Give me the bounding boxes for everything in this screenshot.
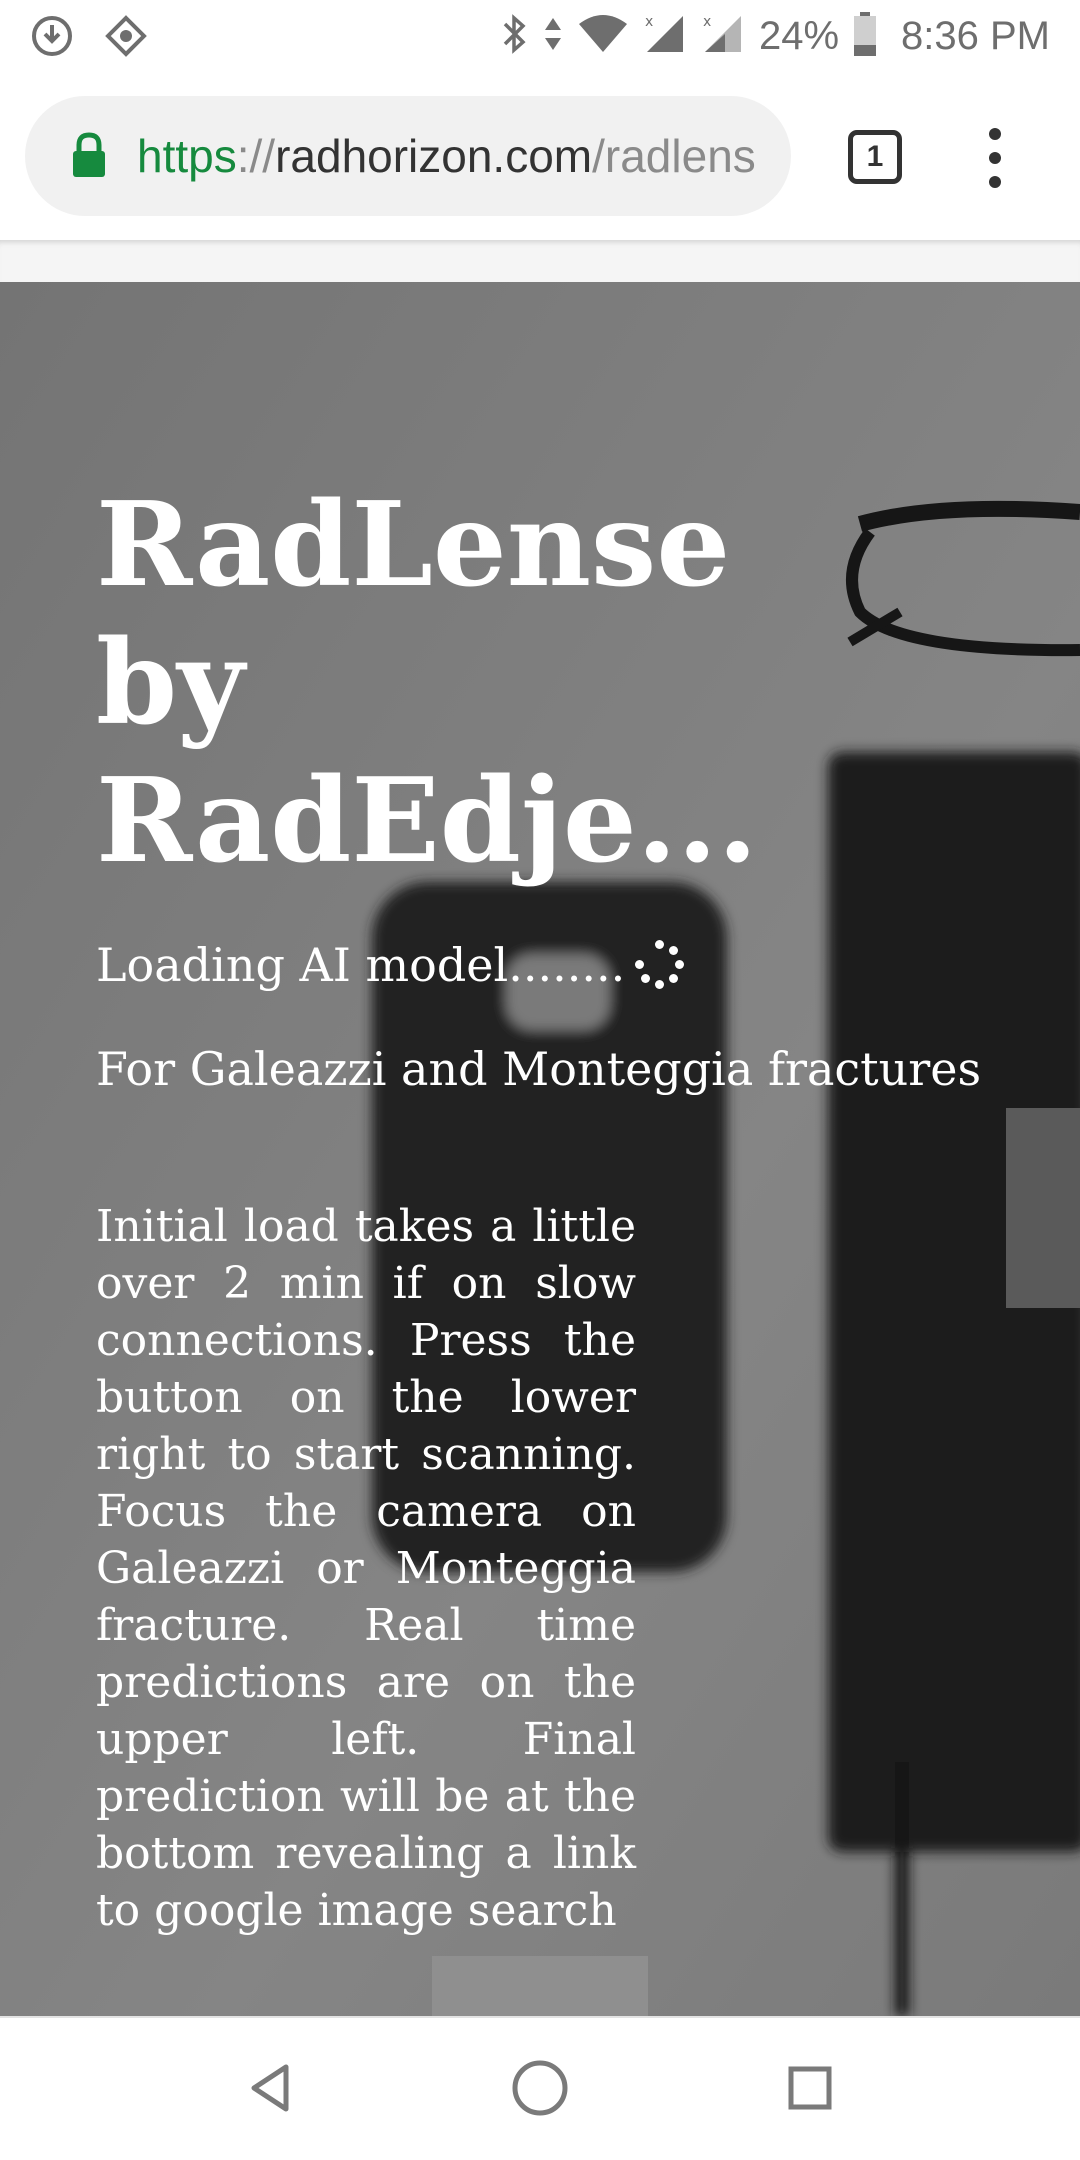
- wifi-icon: [577, 12, 629, 61]
- subtitle: For Galeazzi and Monteggia fractures: [96, 1042, 982, 1096]
- bluetooth-icon: [499, 12, 529, 61]
- overflow-menu-button[interactable]: [970, 128, 1020, 188]
- loading-text: Loading AI model........: [96, 938, 626, 992]
- signal-icon: x: [701, 12, 745, 61]
- back-icon: [248, 2063, 292, 2118]
- download-icon: [30, 14, 74, 63]
- recents-icon: [787, 2065, 833, 2116]
- svg-text:x: x: [703, 14, 711, 30]
- url-host: radhorizon.com: [275, 130, 593, 182]
- data-arrows-icon: [543, 12, 563, 61]
- battery-icon: [853, 11, 877, 62]
- spinner-icon: [635, 940, 685, 990]
- clock: 8:36 PM: [901, 13, 1050, 58]
- address-bar[interactable]: https://radhorizon.com/radlens: [25, 96, 791, 216]
- battery-percent: 24%: [758, 13, 840, 58]
- browser-toolbar: https://radhorizon.com/radlens 1: [0, 72, 1080, 240]
- vpn-icon: [104, 14, 148, 63]
- lock-icon: [71, 132, 107, 183]
- recents-button[interactable]: [778, 2058, 842, 2122]
- home-button[interactable]: [508, 2058, 572, 2122]
- url-text[interactable]: https://radhorizon.com/radlens: [137, 96, 756, 216]
- instructions-text: Initial load takes a little over 2 min i…: [96, 1201, 636, 1936]
- tab-switcher-button[interactable]: 1: [848, 130, 902, 184]
- scan-button[interactable]: [432, 1956, 648, 2016]
- url-path: /radlens: [592, 130, 756, 182]
- back-button[interactable]: [238, 2058, 302, 2122]
- url-separator: ://: [236, 130, 276, 182]
- menu-dot: [989, 152, 1001, 164]
- system-nav-bar: [0, 2016, 1080, 2160]
- home-icon: [511, 2059, 569, 2122]
- hero-section: RadLense by RadEdje... Loading AI model.…: [0, 282, 1080, 2016]
- url-scheme: https: [137, 130, 237, 182]
- tab-count: 1: [866, 140, 884, 173]
- menu-dot: [989, 128, 1001, 140]
- signal-icon: x: [643, 12, 687, 61]
- menu-dot: [989, 176, 1001, 188]
- page-title: RadLense by RadEdje...: [96, 477, 758, 889]
- status-bar: x x 24% 8:36 PM: [0, 0, 1080, 72]
- page-header-strip: [0, 240, 1080, 282]
- loading-status: Loading AI model........: [96, 938, 685, 992]
- side-panel: [1006, 1108, 1080, 1308]
- svg-text:x: x: [645, 14, 653, 30]
